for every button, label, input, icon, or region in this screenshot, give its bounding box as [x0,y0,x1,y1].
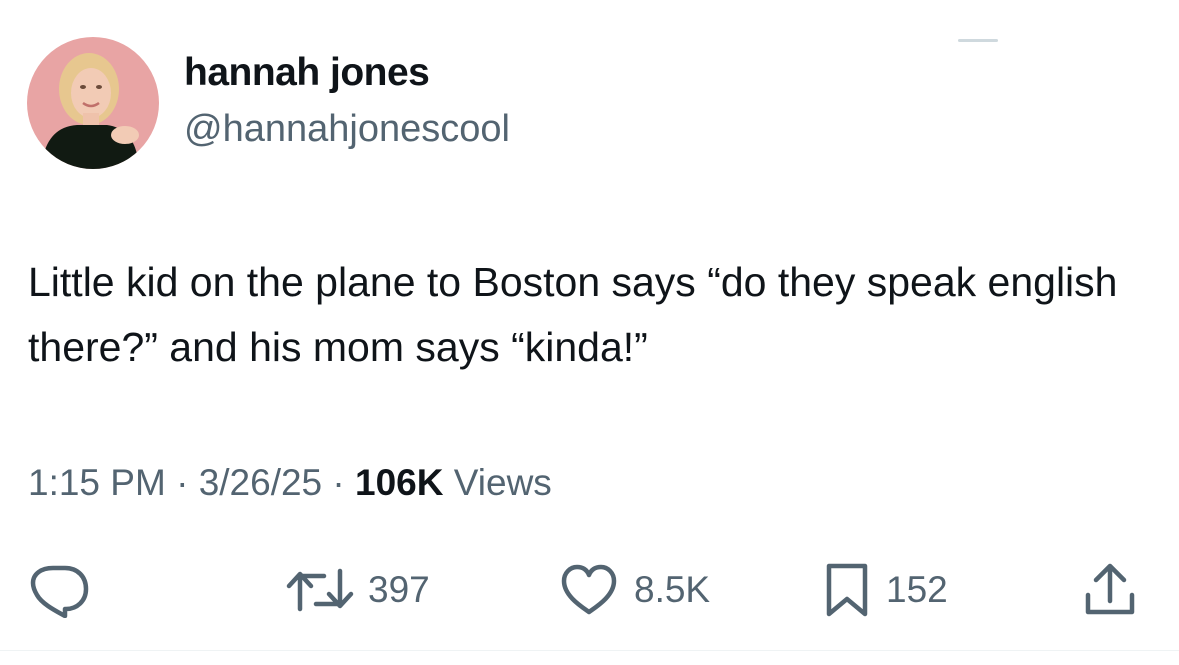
tweet-metadata: 1:15 PM · 3/26/25 · 106K Views [28,462,552,504]
bottom-divider [0,650,1179,651]
action-bar: 397 8.5K 152 [0,560,1179,620]
bookmark-count: 152 [886,569,948,610]
avatar[interactable] [27,37,159,169]
share-icon [1082,561,1138,619]
author-handle[interactable]: @hannahjonescool [184,108,510,151]
meta-separator: · [176,462,189,503]
views-count: 106K [355,462,444,503]
tweet-date[interactable]: 3/26/25 [199,462,322,503]
retweet-button[interactable]: 397 [286,560,430,620]
retweet-icon [286,562,354,618]
more-options-indicator [958,39,998,42]
share-button[interactable] [1082,560,1138,620]
bookmark-button[interactable]: 152 [822,560,948,620]
tweet-text: Little kid on the plane to Boston says “… [28,259,1118,370]
author-display-name[interactable]: hannah jones [184,51,430,95]
like-count: 8.5K [634,569,711,610]
reply-icon [28,562,90,618]
meta-separator: · [332,462,345,503]
views-label: Views [453,462,552,503]
heart-icon [558,562,620,618]
tweet-card: hannah jones @hannahjonescool Little kid… [0,0,1179,665]
like-button[interactable]: 8.5K [558,560,710,620]
bookmark-icon [822,561,872,619]
retweet-count: 397 [368,569,430,610]
reply-button[interactable] [28,560,90,620]
tweet-time[interactable]: 1:15 PM [28,462,166,503]
